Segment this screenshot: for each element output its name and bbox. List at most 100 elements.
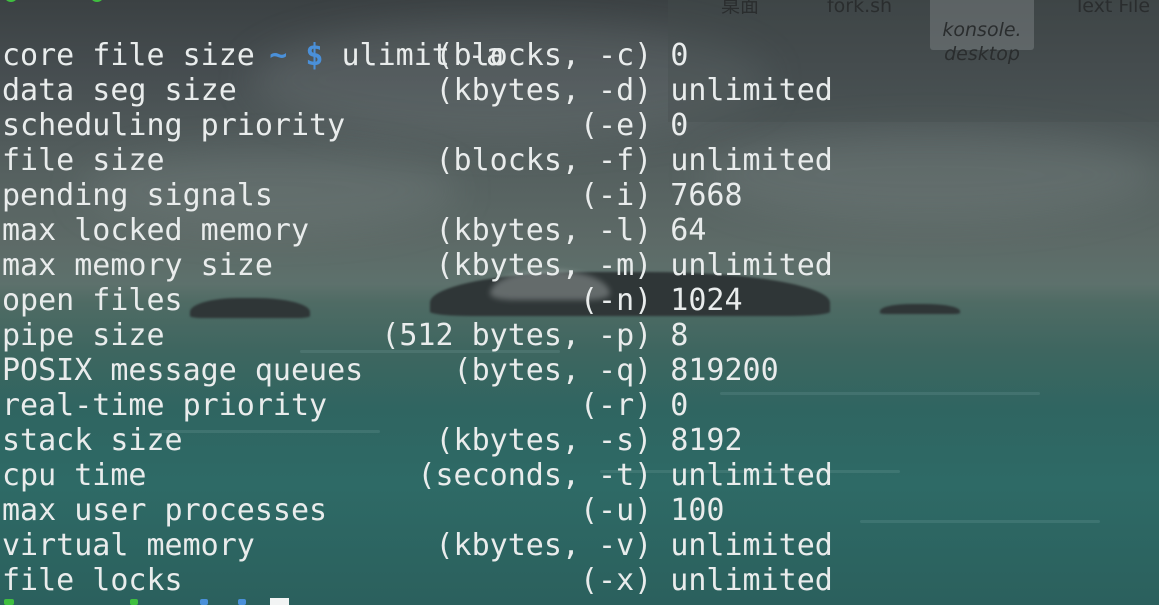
limit-value: unlimited bbox=[670, 563, 833, 598]
limit-value: 0 bbox=[670, 38, 689, 73]
limit-name: file locks bbox=[2, 563, 183, 598]
limit-unit: (kbytes, -l) bbox=[435, 213, 653, 248]
limit-unit: (kbytes, -s) bbox=[435, 423, 653, 458]
ulimit-row: data seg size (kbytes, -d) unlimited bbox=[2, 73, 833, 108]
column-gap bbox=[652, 563, 670, 598]
limit-value: unlimited bbox=[670, 248, 833, 283]
column-gap bbox=[652, 318, 670, 353]
ulimit-row: pending signals (-i) 7668 bbox=[2, 178, 743, 213]
ulimit-row: file size (blocks, -f) unlimited bbox=[2, 143, 833, 178]
limit-unit: (blocks, -c) bbox=[435, 38, 653, 73]
ulimit-row: max user processes (-u) 100 bbox=[2, 493, 724, 528]
limit-value: 0 bbox=[670, 388, 689, 423]
ulimit-row: virtual memory (kbytes, -v) unlimited bbox=[2, 528, 833, 563]
column-padding bbox=[345, 108, 580, 143]
limit-value: 100 bbox=[670, 493, 725, 528]
ulimit-row: scheduling priority (-e) 0 bbox=[2, 108, 688, 143]
limit-name: core file size bbox=[2, 38, 255, 73]
column-padding bbox=[363, 353, 453, 388]
column-gap bbox=[652, 528, 670, 563]
limit-name: cpu time bbox=[2, 458, 147, 493]
column-gap bbox=[652, 388, 670, 423]
limit-unit: (-i) bbox=[579, 178, 653, 213]
limit-name: virtual memory bbox=[2, 528, 255, 563]
limit-value: 8 bbox=[670, 318, 689, 353]
ulimit-row: pipe size (512 bytes, -p) 8 bbox=[2, 318, 688, 353]
limit-value: unlimited bbox=[670, 458, 833, 493]
terminal-output[interactable]: ~ $ ulimit -a core file size (blocks, -c… bbox=[0, 0, 1159, 605]
column-padding bbox=[183, 563, 580, 598]
next-prompt bbox=[0, 596, 300, 605]
limit-name: max locked memory bbox=[2, 213, 310, 248]
column-gap bbox=[652, 38, 670, 73]
limit-name: max memory size bbox=[2, 248, 273, 283]
column-padding bbox=[237, 73, 436, 108]
limit-unit: (-n) bbox=[579, 283, 653, 318]
column-padding bbox=[255, 528, 436, 563]
limit-unit: (-x) bbox=[579, 563, 653, 598]
limit-unit: (-e) bbox=[579, 108, 653, 143]
column-padding bbox=[273, 248, 436, 283]
column-padding bbox=[327, 388, 580, 423]
column-padding bbox=[255, 38, 436, 73]
limit-value: 819200 bbox=[670, 353, 779, 388]
terminal-cursor bbox=[270, 598, 289, 605]
column-padding bbox=[183, 283, 580, 318]
prompt-line: ~ $ ulimit -a bbox=[197, 3, 504, 73]
prompt-tilde-fragment bbox=[200, 599, 208, 605]
column-padding bbox=[147, 458, 418, 493]
limit-unit: (-r) bbox=[579, 388, 653, 423]
column-gap bbox=[652, 108, 670, 143]
prompt-user-fragment bbox=[4, 0, 18, 2]
limit-unit: (seconds, -t) bbox=[417, 458, 653, 493]
limit-value: 64 bbox=[670, 213, 707, 248]
column-gap bbox=[652, 73, 670, 108]
limit-value: 0 bbox=[670, 108, 689, 143]
column-gap bbox=[652, 283, 670, 318]
limit-value: unlimited bbox=[670, 73, 833, 108]
limit-name: open files bbox=[2, 283, 183, 318]
limit-unit: (blocks, -f) bbox=[435, 143, 653, 178]
limit-name: pipe size bbox=[2, 318, 165, 353]
column-gap bbox=[652, 248, 670, 283]
column-gap bbox=[652, 213, 670, 248]
column-padding bbox=[273, 178, 580, 213]
column-gap bbox=[652, 143, 670, 178]
prompt-dollar-fragment bbox=[238, 599, 246, 605]
column-gap bbox=[652, 353, 670, 388]
limit-name: real-time priority bbox=[2, 388, 328, 423]
column-padding bbox=[165, 143, 436, 178]
limit-name: scheduling priority bbox=[2, 108, 346, 143]
limit-value: unlimited bbox=[670, 528, 833, 563]
ulimit-row: max locked memory (kbytes, -l) 64 bbox=[2, 213, 706, 248]
column-padding bbox=[327, 493, 580, 528]
ulimit-row: stack size (kbytes, -s) 8192 bbox=[2, 423, 743, 458]
ulimit-row: file locks (-x) unlimited bbox=[2, 563, 833, 598]
ulimit-row: POSIX message queues (bytes, -q) 819200 bbox=[2, 353, 779, 388]
ulimit-row: open files (-n) 1024 bbox=[2, 283, 743, 318]
limit-value: 7668 bbox=[670, 178, 743, 213]
prompt-user-fragment bbox=[4, 599, 14, 605]
column-gap bbox=[652, 458, 670, 493]
limit-unit: (512 bytes, -p) bbox=[381, 318, 653, 353]
limit-name: stack size bbox=[2, 423, 183, 458]
limit-value: 8192 bbox=[670, 423, 743, 458]
limit-name: data seg size bbox=[2, 73, 237, 108]
ulimit-row: core file size (blocks, -c) 0 bbox=[2, 38, 688, 73]
limit-unit: (bytes, -q) bbox=[453, 353, 653, 388]
limit-value: 1024 bbox=[670, 283, 743, 318]
column-padding bbox=[165, 318, 382, 353]
limit-name: file size bbox=[2, 143, 165, 178]
ulimit-row: max memory size (kbytes, -m) unlimited bbox=[2, 248, 833, 283]
limit-unit: (kbytes, -v) bbox=[435, 528, 653, 563]
column-padding bbox=[309, 213, 435, 248]
column-gap bbox=[652, 493, 670, 528]
limit-unit: (kbytes, -m) bbox=[435, 248, 653, 283]
limit-unit: (-u) bbox=[579, 493, 653, 528]
prompt-host-fragment bbox=[130, 599, 138, 605]
limit-name: pending signals bbox=[2, 178, 273, 213]
limit-value: unlimited bbox=[670, 143, 833, 178]
column-gap bbox=[652, 178, 670, 213]
limit-name: max user processes bbox=[2, 493, 328, 528]
limit-name: POSIX message queues bbox=[2, 353, 364, 388]
